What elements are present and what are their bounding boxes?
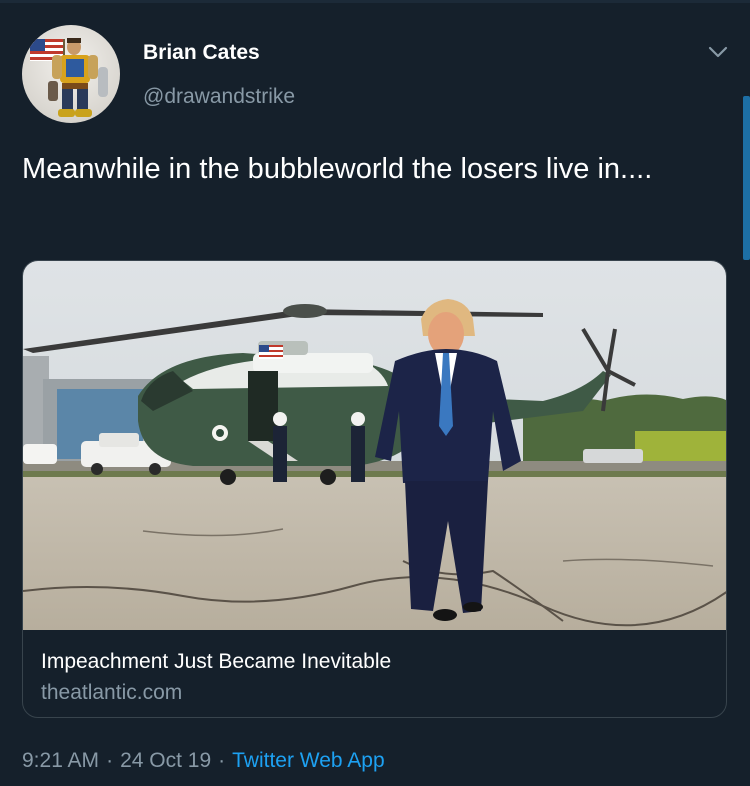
tweet-metadata: 9:21 AM · 24 Oct 19 · Twitter Web App bbox=[22, 749, 385, 773]
tweet: Brian Cates @drawandstrike Meanwhile in … bbox=[0, 0, 750, 786]
card-title[interactable]: Impeachment Just Became Inevitable bbox=[41, 650, 391, 674]
card-domain: theatlantic.com bbox=[41, 681, 183, 704]
avatar[interactable] bbox=[22, 25, 120, 123]
tweet-time[interactable]: 9:21 AM bbox=[22, 749, 99, 772]
tweet-text: Meanwhile in the bubbleworld the losers … bbox=[22, 153, 653, 185]
author-handle[interactable]: @drawandstrike bbox=[143, 85, 295, 109]
divider bbox=[0, 0, 750, 3]
action-figure-avatar-icon bbox=[30, 38, 108, 117]
author-display-name[interactable]: Brian Cates bbox=[143, 41, 260, 65]
scrollbar-thumb[interactable] bbox=[743, 96, 750, 260]
chevron-down-icon[interactable] bbox=[704, 38, 732, 66]
news-photo-icon bbox=[23, 261, 726, 630]
link-card[interactable]: Impeachment Just Became Inevitable theat… bbox=[22, 260, 727, 718]
tweet-date[interactable]: 24 Oct 19 bbox=[120, 749, 211, 772]
meta-separator: · bbox=[218, 749, 226, 772]
tweet-source-link[interactable]: Twitter Web App bbox=[232, 749, 385, 772]
meta-separator: · bbox=[106, 749, 114, 772]
card-image[interactable] bbox=[23, 261, 726, 630]
